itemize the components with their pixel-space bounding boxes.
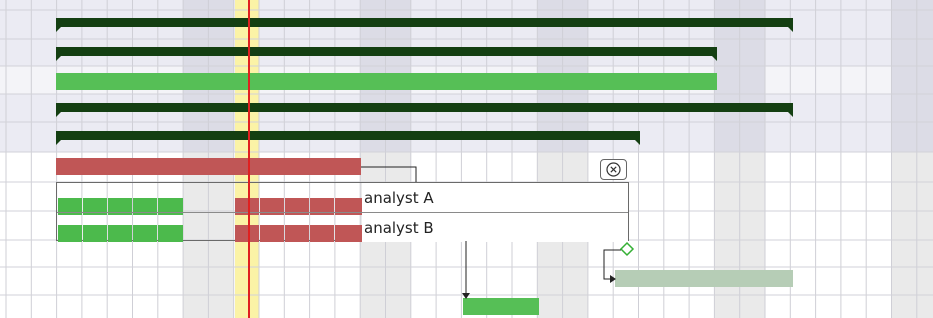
today-marker — [248, 0, 250, 318]
overallocation-segment — [235, 225, 259, 242]
resource-assignment-popup: analyst A analyst B — [56, 182, 629, 242]
summary-bar[interactable] — [56, 47, 717, 61]
task-bar[interactable] — [56, 73, 717, 90]
overallocation-segment — [310, 225, 334, 242]
resource-row: analyst A — [57, 183, 628, 215]
allocation-segment — [108, 225, 132, 242]
summary-bar[interactable] — [56, 131, 640, 145]
resource-name[interactable]: analyst A — [362, 189, 434, 207]
resource-label-cell: analyst B — [362, 213, 628, 242]
allocation-segment — [58, 225, 82, 242]
close-popup-button[interactable] — [600, 159, 627, 180]
task-bar[interactable] — [463, 298, 539, 315]
weekend-column — [891, 152, 917, 318]
resource-name[interactable]: analyst B — [362, 219, 434, 237]
overallocation-segment — [335, 225, 362, 242]
summary-bar[interactable] — [56, 18, 793, 32]
allocation-segment — [158, 225, 183, 242]
allocation-segment — [83, 225, 107, 242]
allocation-segment — [133, 225, 157, 242]
summary-bar[interactable] — [56, 103, 793, 117]
overallocation-segment — [260, 225, 284, 242]
weekend-column — [891, 0, 917, 152]
weekend-column — [714, 152, 740, 318]
resource-label-cell: analyst A — [362, 183, 628, 212]
weekend-column — [916, 0, 933, 152]
overallocation-segment — [285, 225, 309, 242]
weekend-column — [739, 152, 765, 318]
close-icon — [606, 162, 621, 177]
resource-row: analyst B — [57, 212, 628, 242]
task-bar-pending[interactable] — [615, 270, 793, 287]
task-bar-selected[interactable] — [56, 158, 361, 175]
weekend-column — [916, 152, 933, 318]
